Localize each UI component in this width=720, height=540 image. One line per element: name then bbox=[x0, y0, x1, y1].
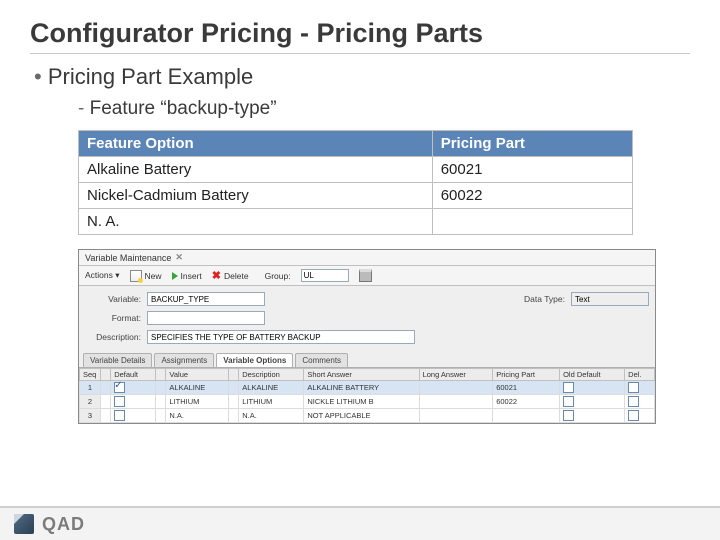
del-checkbox[interactable] bbox=[628, 396, 639, 407]
tab-variable-options[interactable]: Variable Options bbox=[216, 353, 293, 367]
new-label: New bbox=[145, 271, 162, 281]
tab-variable-details[interactable]: Variable Details bbox=[83, 353, 152, 367]
format-input[interactable] bbox=[147, 311, 265, 325]
actions-label: Actions ▾ bbox=[85, 270, 120, 281]
datatype-label: Data Type: bbox=[505, 294, 565, 304]
group-input[interactable] bbox=[301, 269, 349, 282]
toolbar: Actions ▾ New Insert ✖ Delete Group: bbox=[79, 266, 655, 286]
print-icon[interactable] bbox=[359, 269, 372, 282]
qad-logo-icon bbox=[14, 514, 34, 534]
grid-col-blank2[interactable] bbox=[156, 369, 166, 381]
format-label: Format: bbox=[85, 313, 141, 323]
group-label: Group: bbox=[265, 271, 291, 281]
grid-col-blank3[interactable] bbox=[229, 369, 239, 381]
grid-col-default[interactable]: Default bbox=[111, 369, 156, 381]
cell: 60021 bbox=[432, 157, 632, 183]
grid-row[interactable]: 2LITHIUMLITHIUMNICKLE LITHIUM B60022 bbox=[80, 395, 655, 409]
default-checkbox[interactable] bbox=[114, 382, 125, 393]
grid-col-blank1[interactable] bbox=[101, 369, 111, 381]
table-row: Nickel-Cadmium Battery 60022 bbox=[79, 183, 633, 209]
insert-button[interactable]: Insert bbox=[172, 271, 202, 281]
default-checkbox[interactable] bbox=[114, 396, 125, 407]
tab-comments[interactable]: Comments bbox=[295, 353, 348, 367]
grid-col-short[interactable]: Short Answer bbox=[304, 369, 419, 381]
grid-col-pricing[interactable]: Pricing Part bbox=[493, 369, 560, 381]
feature-pricing-table: Feature Option Pricing Part Alkaline Bat… bbox=[78, 130, 633, 235]
variable-label: Variable: bbox=[85, 294, 141, 304]
embedded-screenshot: Variable Maintenance ✕ Actions ▾ New Ins… bbox=[78, 249, 656, 424]
cell: N. A. bbox=[79, 209, 433, 235]
window-title: Variable Maintenance bbox=[85, 253, 171, 263]
table-row: N. A. bbox=[79, 209, 633, 235]
new-icon bbox=[130, 270, 142, 282]
description-label: Description: bbox=[85, 332, 141, 342]
grid-col-long[interactable]: Long Answer bbox=[419, 369, 493, 381]
variable-input[interactable] bbox=[147, 292, 265, 306]
del-checkbox[interactable] bbox=[628, 382, 639, 393]
olddef-checkbox[interactable] bbox=[563, 410, 574, 421]
col-feature-option: Feature Option bbox=[79, 131, 433, 157]
bullet-level2: Feature “backup-type” bbox=[78, 98, 690, 120]
close-icon[interactable]: ✕ bbox=[175, 252, 183, 263]
del-checkbox[interactable] bbox=[628, 410, 639, 421]
footer-bar: QAD bbox=[0, 506, 720, 540]
insert-label: Insert bbox=[181, 271, 202, 281]
slide-title: Configurator Pricing - Pricing Parts bbox=[30, 18, 690, 49]
delete-icon: ✖ bbox=[212, 272, 221, 280]
olddef-checkbox[interactable] bbox=[563, 396, 574, 407]
grid-col-value[interactable]: Value bbox=[166, 369, 229, 381]
grid-col-desc[interactable]: Description bbox=[239, 369, 304, 381]
grid-col-seq[interactable]: Seq bbox=[80, 369, 101, 381]
cell: Nickel-Cadmium Battery bbox=[79, 183, 433, 209]
grid-row[interactable]: 3N.A.N.A.NOT APPLICABLE bbox=[80, 409, 655, 423]
bullet-level1: Pricing Part Example bbox=[34, 64, 690, 90]
options-grid[interactable]: Seq Default Value Description Short Answ… bbox=[79, 368, 655, 423]
table-row: Alkaline Battery 60021 bbox=[79, 157, 633, 183]
col-pricing-part: Pricing Part bbox=[432, 131, 632, 157]
tab-strip: Variable Details Assignments Variable Op… bbox=[79, 353, 655, 368]
delete-button[interactable]: ✖ Delete bbox=[212, 271, 249, 281]
grid-col-olddef[interactable]: Old Default bbox=[560, 369, 625, 381]
title-rule bbox=[30, 53, 690, 54]
default-checkbox[interactable] bbox=[114, 410, 125, 421]
cell: Alkaline Battery bbox=[79, 157, 433, 183]
insert-icon bbox=[172, 272, 178, 280]
form-area: Variable: Data Type: Format: Description… bbox=[79, 286, 655, 353]
delete-label: Delete bbox=[224, 271, 249, 281]
tab-assignments[interactable]: Assignments bbox=[154, 353, 214, 367]
cell: 60022 bbox=[432, 183, 632, 209]
description-input[interactable] bbox=[147, 330, 415, 344]
qad-brand: QAD bbox=[42, 514, 85, 535]
new-button[interactable]: New bbox=[130, 270, 162, 282]
datatype-input[interactable] bbox=[571, 292, 649, 306]
cell bbox=[432, 209, 632, 235]
grid-col-del[interactable]: Del. bbox=[625, 369, 655, 381]
olddef-checkbox[interactable] bbox=[563, 382, 574, 393]
window-titlebar: Variable Maintenance ✕ bbox=[79, 250, 655, 266]
grid-row[interactable]: 1ALKALINEALKALINEALKALINE BATTERY60021 bbox=[80, 381, 655, 395]
